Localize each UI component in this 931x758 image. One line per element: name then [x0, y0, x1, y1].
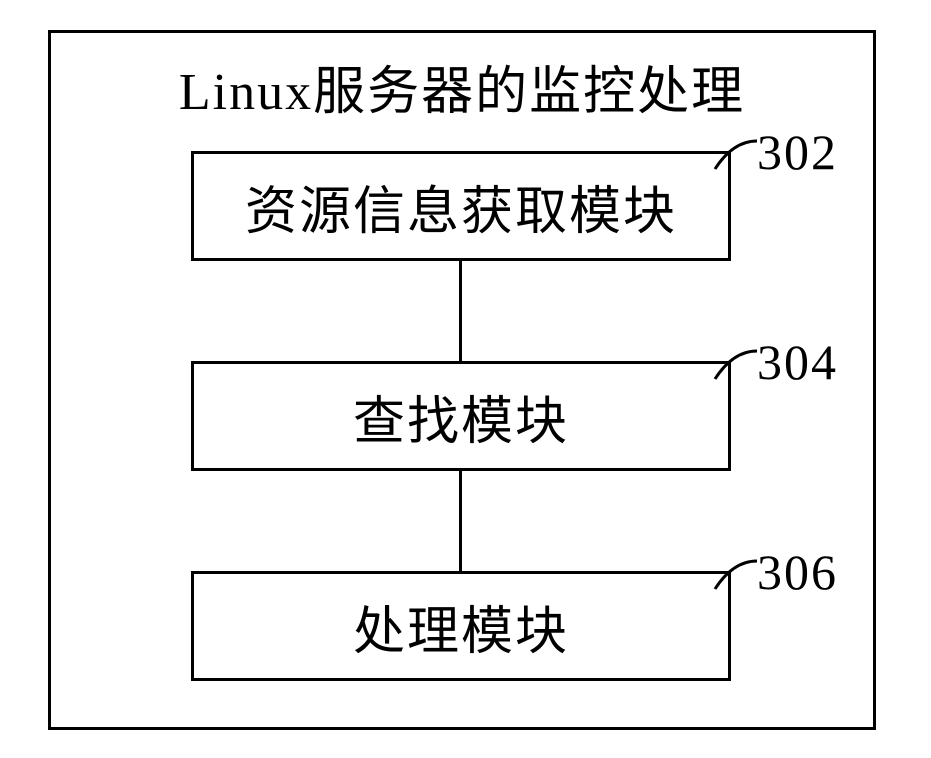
block-label: 资源信息获取模块	[245, 169, 677, 244]
block-ref-number: 304	[757, 333, 838, 391]
diagram-frame: Linux服务器的监控处理 资源信息获取模块 302 查找模块 304 处理模块…	[48, 30, 876, 730]
block-ref-number: 302	[757, 123, 838, 181]
connector-line	[459, 261, 462, 361]
block-ref-number: 306	[757, 543, 838, 601]
block-label: 查找模块	[353, 379, 569, 454]
block-resource-info-acquisition: 资源信息获取模块	[191, 151, 731, 261]
diagram-title: Linux服务器的监控处理	[51, 49, 873, 124]
block-processing: 处理模块	[191, 571, 731, 681]
block-search: 查找模块	[191, 361, 731, 471]
block-label: 处理模块	[353, 589, 569, 664]
connector-line	[459, 471, 462, 571]
